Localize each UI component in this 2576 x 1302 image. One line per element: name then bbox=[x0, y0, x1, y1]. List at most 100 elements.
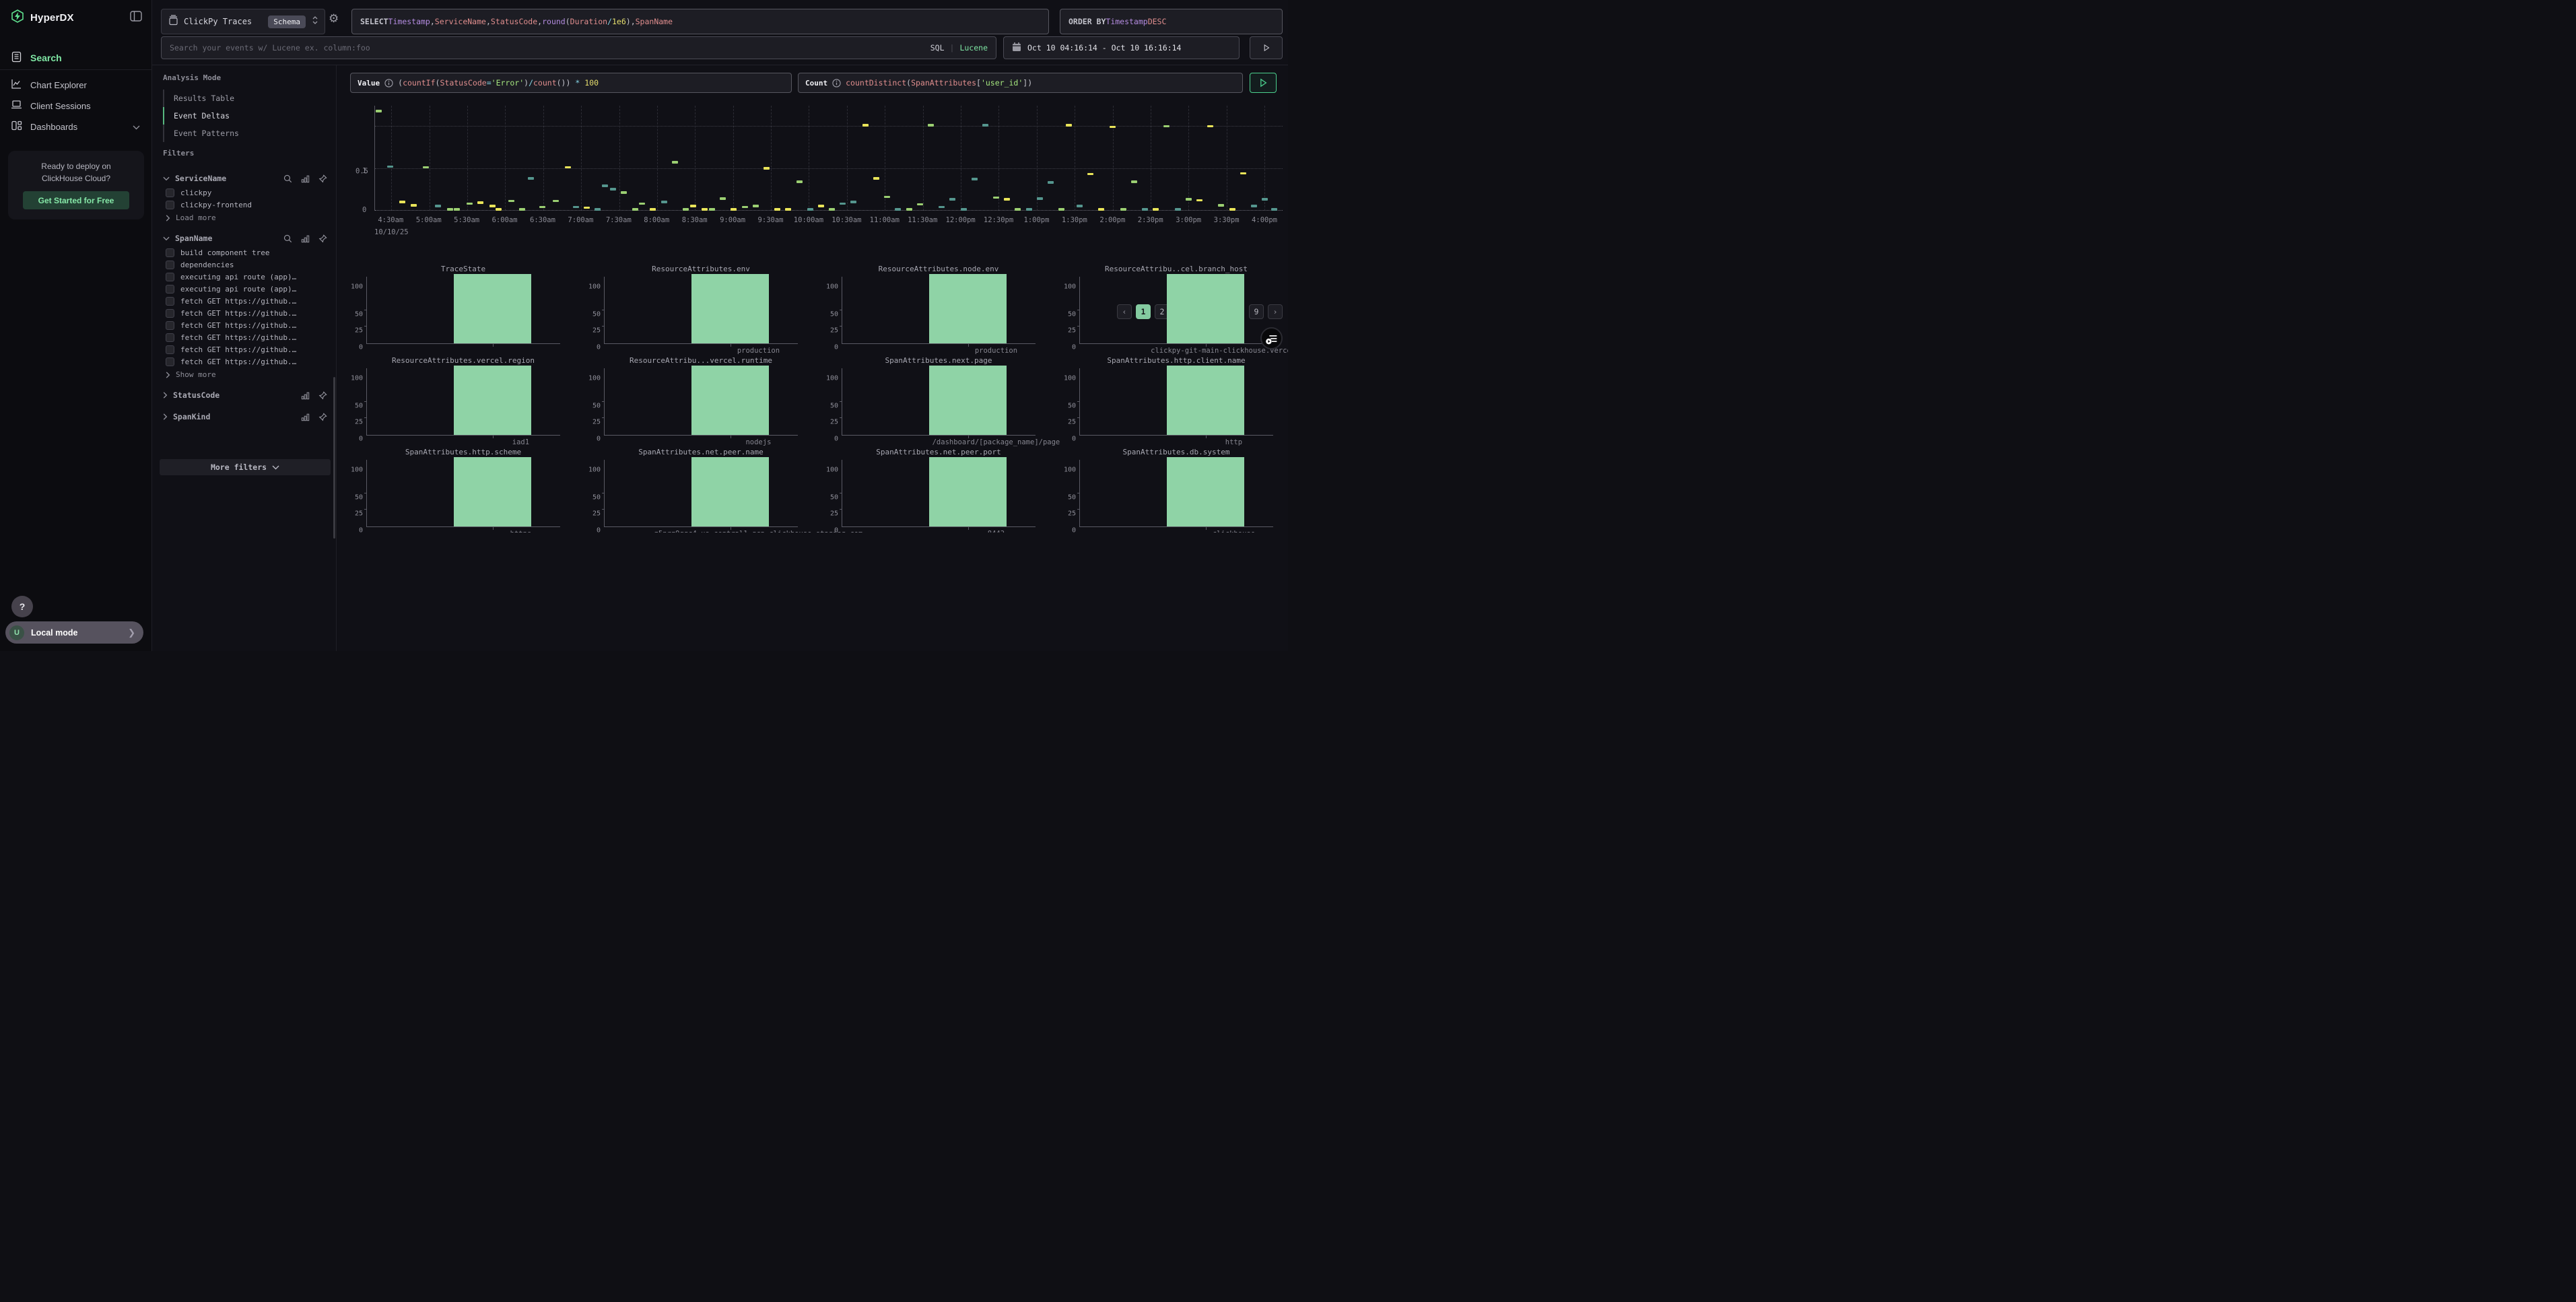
filter-option[interactable]: fetch GET https://github.… bbox=[152, 295, 337, 307]
filter-option-checkbox[interactable] bbox=[166, 201, 174, 209]
sidebar-collapse-icon[interactable] bbox=[130, 11, 142, 25]
filter-group-spanname[interactable]: SpanName bbox=[152, 230, 337, 246]
run-search-button[interactable] bbox=[1250, 36, 1283, 59]
mini-bar[interactable] bbox=[454, 457, 531, 526]
delta-mark bbox=[683, 208, 689, 211]
mini-bar[interactable] bbox=[691, 366, 769, 435]
mini-plot-area[interactable]: 02550100 bbox=[366, 460, 560, 527]
pin-icon[interactable] bbox=[318, 413, 327, 421]
mini-bar[interactable] bbox=[929, 366, 1007, 435]
filter-option-checkbox[interactable] bbox=[166, 189, 174, 197]
select-query-input[interactable]: SELECT Timestamp, ServiceName, StatusCod… bbox=[351, 9, 1049, 34]
more-filters-button[interactable]: More filters bbox=[160, 459, 331, 475]
analysis-mode-event-deltas[interactable]: Event Deltas bbox=[163, 107, 325, 125]
gridline-vertical bbox=[847, 106, 848, 211]
x-tick-label: 5:30am bbox=[454, 216, 479, 224]
order-by-input[interactable]: ORDER BY Timestamp DESC bbox=[1060, 9, 1283, 34]
help-button[interactable]: ? bbox=[11, 596, 33, 617]
mini-plot-area[interactable]: 02550100 bbox=[1079, 277, 1273, 344]
mini-bar[interactable] bbox=[454, 274, 531, 343]
mini-bar[interactable] bbox=[691, 457, 769, 526]
filter-option[interactable]: dependencies bbox=[152, 259, 337, 271]
filter-group-servicename[interactable]: ServiceName bbox=[152, 170, 337, 186]
mini-plot-area[interactable]: 02550100 bbox=[604, 460, 798, 527]
filter-option-checkbox[interactable] bbox=[166, 297, 174, 306]
filter-option[interactable]: fetch GET https://github.… bbox=[152, 307, 337, 319]
mini-bar[interactable] bbox=[454, 366, 531, 435]
mini-plot-area[interactable]: 02550100 bbox=[842, 277, 1036, 344]
mini-bar[interactable] bbox=[929, 274, 1007, 343]
mini-y-tick-label: 0 bbox=[834, 344, 842, 351]
filter-option[interactable]: executing api route (app)… bbox=[152, 271, 337, 283]
mini-plot-area[interactable]: 02550100 bbox=[604, 368, 798, 436]
search-icon[interactable] bbox=[283, 234, 292, 243]
apply-expressions-button[interactable] bbox=[1250, 73, 1277, 93]
filter-option-checkbox[interactable] bbox=[166, 345, 174, 354]
filter-option-checkbox[interactable] bbox=[166, 357, 174, 366]
mini-plot-area[interactable]: 02550100 bbox=[1079, 368, 1273, 436]
sidebar-item-client-sessions[interactable]: Client Sessions bbox=[0, 96, 152, 115]
mini-bar[interactable] bbox=[929, 457, 1007, 526]
filter-option[interactable]: fetch GET https://github.… bbox=[152, 331, 337, 343]
mini-y-tick-label: 100 bbox=[588, 466, 605, 473]
mini-plot-area[interactable]: 02550100 bbox=[1079, 460, 1273, 527]
mini-plot-area[interactable]: 02550100 bbox=[842, 368, 1036, 436]
pin-icon[interactable] bbox=[318, 234, 327, 243]
filter-option-checkbox[interactable] bbox=[166, 285, 174, 294]
filter-option[interactable]: executing api route (app)… bbox=[152, 283, 337, 295]
filter-option-checkbox[interactable] bbox=[166, 321, 174, 330]
pin-icon[interactable] bbox=[318, 174, 327, 183]
mini-bar[interactable] bbox=[1167, 366, 1244, 435]
filter-option[interactable]: fetch GET https://github.… bbox=[152, 343, 337, 355]
filter-option-label: clickpy-frontend bbox=[180, 201, 252, 209]
get-started-button[interactable]: Get Started for Free bbox=[23, 191, 129, 209]
filter-group-spankind[interactable]: SpanKind bbox=[152, 409, 337, 425]
filter-option-checkbox[interactable] bbox=[166, 309, 174, 318]
search-icon[interactable] bbox=[283, 174, 292, 183]
mini-plot-area[interactable]: 02550100 bbox=[842, 460, 1036, 527]
filter-show-more[interactable]: Show more bbox=[152, 368, 337, 382]
bar-chart-icon[interactable] bbox=[301, 391, 310, 400]
delta-plot-area[interactable] bbox=[374, 106, 1283, 211]
time-range-picker[interactable]: Oct 10 04:16:14 - Oct 10 16:16:14 bbox=[1003, 36, 1240, 59]
data-source-select[interactable]: ClickPy Traces Schema bbox=[161, 9, 325, 34]
value-expression-input[interactable]: Value (countIf(StatusCode='Error')/count… bbox=[350, 73, 792, 93]
filter-group-statuscode[interactable]: StatusCode bbox=[152, 387, 337, 403]
sidebar-item-dashboards[interactable]: Dashboards bbox=[0, 117, 152, 136]
count-expression-input[interactable]: Count countDistinct(SpanAttributes['user… bbox=[798, 73, 1243, 93]
analysis-mode-event-patterns[interactable]: Event Patterns bbox=[163, 125, 325, 142]
filter-load-more[interactable]: Load more bbox=[152, 211, 337, 225]
mini-bar[interactable] bbox=[1167, 457, 1244, 526]
mini-plot-area[interactable]: 02550100 bbox=[604, 277, 798, 344]
analysis-mode-results-table[interactable]: Results Table bbox=[163, 90, 325, 107]
filters-scrollbar-thumb[interactable] bbox=[333, 377, 335, 539]
filter-option[interactable]: fetch GET https://github.… bbox=[152, 355, 337, 368]
pin-icon[interactable] bbox=[318, 391, 327, 400]
local-mode-button[interactable]: U Local mode ❯ bbox=[5, 621, 143, 644]
filter-option[interactable]: clickpy bbox=[152, 186, 337, 199]
mini-bar[interactable] bbox=[691, 274, 769, 343]
filter-option-checkbox[interactable] bbox=[166, 333, 174, 342]
filter-option[interactable]: fetch GET https://github.… bbox=[152, 319, 337, 331]
delta-mark bbox=[528, 177, 534, 180]
bar-chart-icon[interactable] bbox=[301, 234, 310, 243]
mini-bar[interactable] bbox=[1167, 274, 1244, 343]
filter-option-checkbox[interactable] bbox=[166, 248, 174, 257]
filter-option[interactable]: build component tree bbox=[152, 246, 337, 259]
gear-icon[interactable]: ⚙ bbox=[329, 12, 339, 26]
search-input[interactable] bbox=[170, 43, 930, 53]
sidebar-item-chart-explorer[interactable]: Chart Explorer bbox=[0, 75, 152, 94]
sidebar-item-search[interactable]: Search bbox=[0, 48, 152, 67]
sql-mode-button[interactable]: SQL bbox=[930, 43, 945, 53]
mini-plot-area[interactable]: 02550100 bbox=[366, 277, 560, 344]
lucene-mode-button[interactable]: Lucene bbox=[959, 43, 988, 53]
mini-plot-area[interactable]: 02550100 bbox=[366, 368, 560, 436]
mini-chart-title: SpanAttributes.net.peer.port bbox=[842, 448, 1036, 456]
filter-option-checkbox[interactable] bbox=[166, 261, 174, 269]
filter-option-checkbox[interactable] bbox=[166, 273, 174, 281]
filter-option[interactable]: clickpy-frontend bbox=[152, 199, 337, 211]
bar-chart-icon[interactable] bbox=[301, 174, 310, 183]
event-filter-fab[interactable] bbox=[1260, 327, 1283, 349]
count-expression-code: countDistinct(SpanAttributes['user_id']) bbox=[846, 78, 1032, 88]
bar-chart-icon[interactable] bbox=[301, 413, 310, 421]
